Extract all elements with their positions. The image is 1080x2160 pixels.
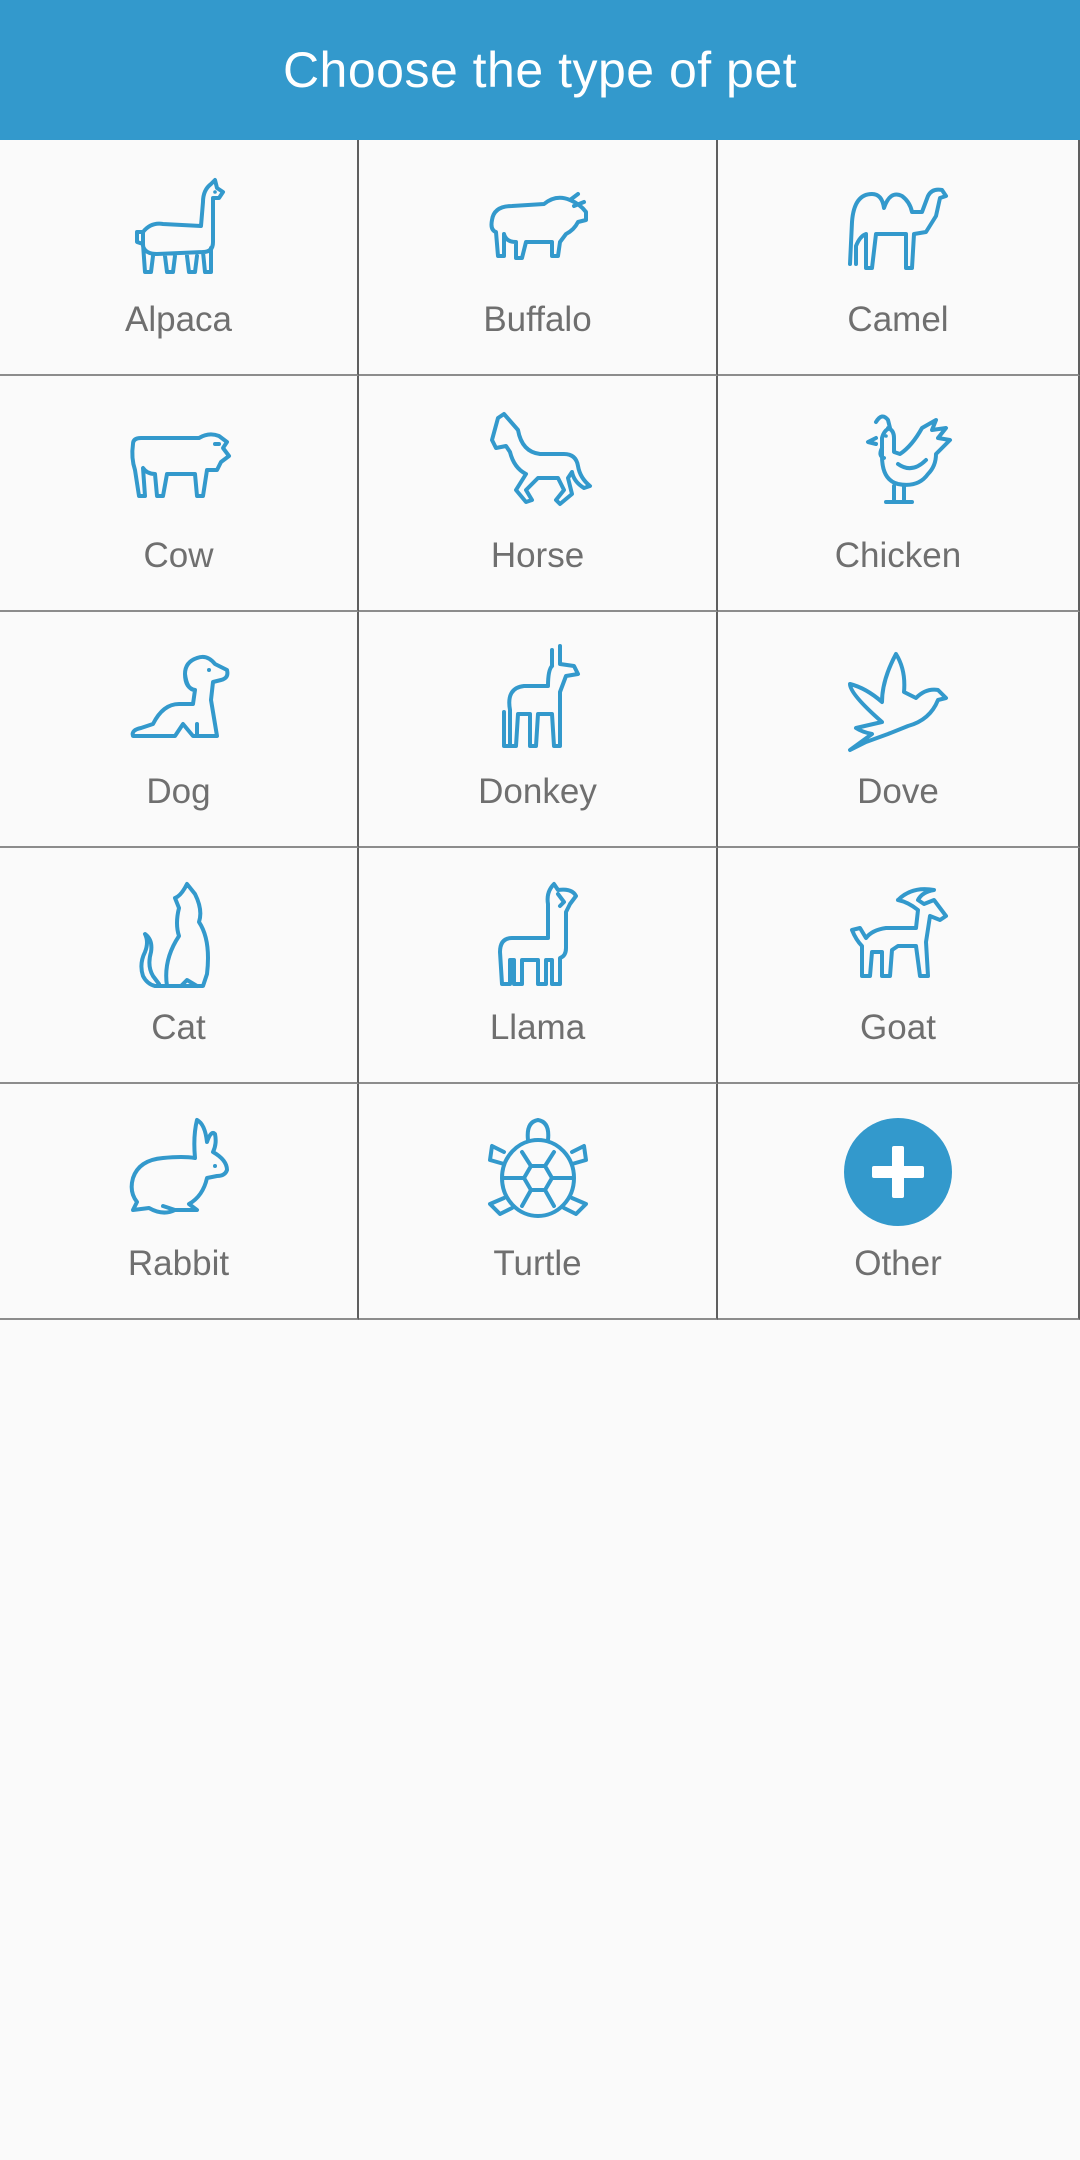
pet-label: Cow bbox=[143, 536, 214, 575]
pet-label: Camel bbox=[847, 300, 949, 339]
rabbit-icon bbox=[123, 1116, 235, 1228]
plus-circle-icon bbox=[842, 1116, 954, 1228]
goat-icon bbox=[842, 880, 954, 992]
dove-icon bbox=[842, 644, 954, 756]
donkey-icon bbox=[482, 644, 594, 756]
pet-option-rabbit[interactable]: Rabbit bbox=[0, 1084, 359, 1320]
pet-option-other[interactable]: Other bbox=[718, 1084, 1080, 1320]
dog-icon bbox=[123, 644, 235, 756]
cow-icon bbox=[123, 408, 235, 520]
pet-option-cat[interactable]: Cat bbox=[0, 848, 359, 1084]
pet-option-dove[interactable]: Dove bbox=[718, 612, 1080, 848]
pet-option-dog[interactable]: Dog bbox=[0, 612, 359, 848]
chicken-icon bbox=[842, 408, 954, 520]
pet-label: Cat bbox=[151, 1008, 206, 1047]
pet-label: Alpaca bbox=[124, 300, 233, 339]
buffalo-icon bbox=[482, 172, 594, 284]
alpaca-icon bbox=[123, 172, 235, 284]
cat-icon bbox=[123, 880, 235, 992]
pet-option-chicken[interactable]: Chicken bbox=[718, 376, 1080, 612]
pet-option-alpaca[interactable]: Alpaca bbox=[0, 140, 359, 376]
pet-label: Donkey bbox=[478, 772, 597, 811]
pet-option-cow[interactable]: Cow bbox=[0, 376, 359, 612]
pet-type-grid: Alpaca Buffalo Camel Cow Horse Chicken D… bbox=[0, 140, 1080, 1320]
pet-label: Goat bbox=[860, 1008, 936, 1047]
horse-icon bbox=[482, 408, 594, 520]
pet-option-horse[interactable]: Horse bbox=[359, 376, 718, 612]
turtle-icon bbox=[482, 1116, 594, 1228]
app-bar: Choose the type of pet bbox=[0, 0, 1080, 140]
pet-label: Llama bbox=[489, 1008, 586, 1047]
pet-option-turtle[interactable]: Turtle bbox=[359, 1084, 718, 1320]
pet-option-donkey[interactable]: Donkey bbox=[359, 612, 718, 848]
pet-option-buffalo[interactable]: Buffalo bbox=[359, 140, 718, 376]
pet-label: Buffalo bbox=[483, 300, 592, 339]
pet-label: Turtle bbox=[493, 1244, 582, 1283]
page-title: Choose the type of pet bbox=[282, 42, 798, 98]
camel-icon bbox=[842, 172, 954, 284]
llama-icon bbox=[482, 880, 594, 992]
pet-label: Dog bbox=[146, 772, 211, 811]
pet-label: Other bbox=[854, 1244, 942, 1283]
pet-option-goat[interactable]: Goat bbox=[718, 848, 1080, 1084]
pet-option-llama[interactable]: Llama bbox=[359, 848, 718, 1084]
pet-option-camel[interactable]: Camel bbox=[718, 140, 1080, 376]
pet-label: Horse bbox=[490, 536, 585, 575]
pet-label: Rabbit bbox=[127, 1244, 230, 1283]
pet-label: Dove bbox=[857, 772, 939, 811]
pet-label: Chicken bbox=[834, 536, 962, 575]
